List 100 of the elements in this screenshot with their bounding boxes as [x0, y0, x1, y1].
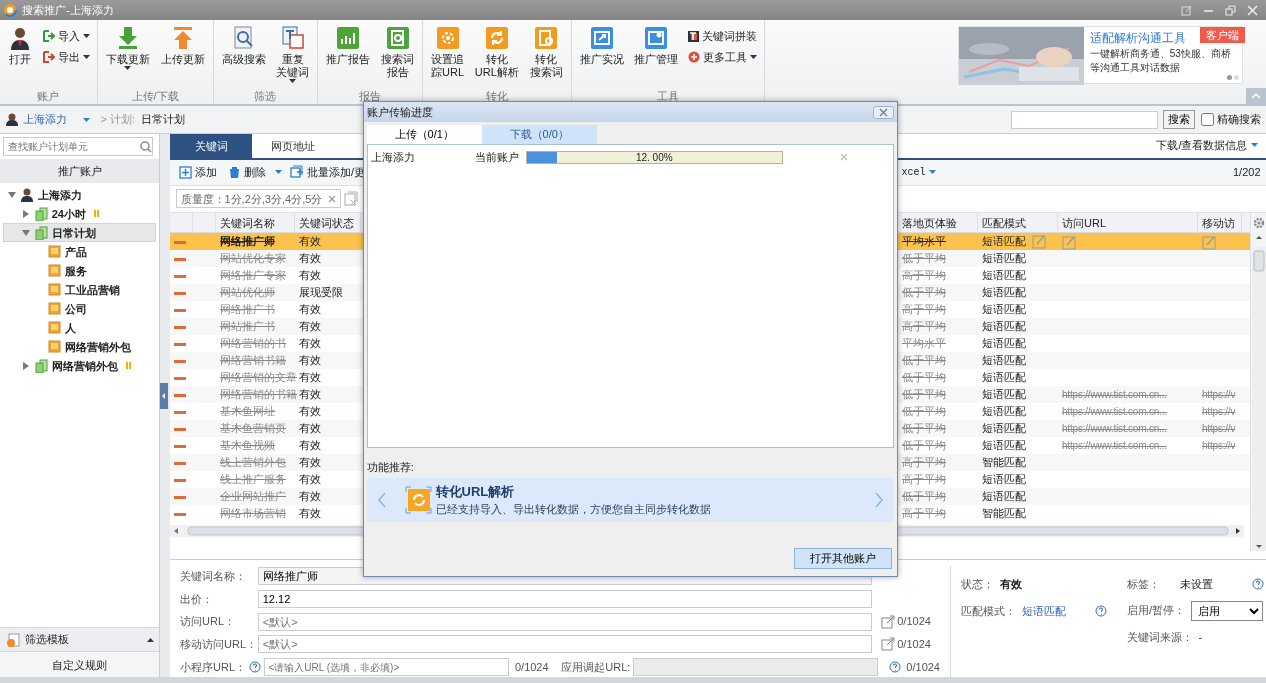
table-cell-text: 有效: [298, 302, 322, 318]
table-cell-text: 网站优化师: [219, 285, 276, 301]
field-value: -: [1198, 629, 1203, 645]
table-cell: https://www.tist.com.cn...: [1062, 406, 1167, 418]
table-cell-text: 有效: [298, 472, 322, 488]
table-cell-text: 短语匹配: [982, 353, 1026, 369]
table-cell-text: 有效: [298, 387, 322, 403]
table-cell-text: 网络营销的书籍: [219, 387, 295, 403]
table-cell: https://v: [1202, 389, 1236, 401]
feature-description: 已经支持导入、导出转化数据，方便您自主同步转化数据: [435, 502, 712, 517]
table-cell-text: 网站优化专家: [219, 251, 287, 267]
table-cell-text: 基木鱼网址: [219, 404, 276, 420]
section-label: 功能推荐:: [365, 459, 415, 475]
account-name: 上海添力: [370, 149, 416, 165]
table-cell-text: 短语匹配: [982, 404, 1026, 420]
feature-title: 转化URL解析: [435, 482, 516, 501]
field-label: 移动访问URL：: [180, 637, 255, 652]
table-cell: https://www.tist.com.cn...: [1062, 423, 1167, 435]
table-cell-text: 低于平均: [901, 438, 947, 454]
table-cell-text: 有效: [298, 353, 322, 369]
table-cell-text: 有效: [298, 234, 322, 250]
table-cell-text: 有效: [298, 268, 322, 284]
table-cell-text: 高于平均: [901, 455, 947, 471]
table-cell-text: 高于平均: [901, 268, 947, 284]
breadcrumb-separator: > 计划:: [100, 112, 136, 128]
table-cell-text: 网络营销的书: [219, 336, 287, 352]
table-cell-text: 网络推广书: [219, 302, 276, 318]
table-cell-text: 低于平均: [901, 489, 947, 505]
promo-description: 一键解析商务通、53快服、商桥等沟通工具对话数据: [1089, 47, 1232, 76]
table-cell-text: 展现受限: [298, 285, 344, 301]
group-label: 报告: [358, 89, 383, 104]
plan-name: 日常计划: [140, 112, 185, 128]
table-cell-text: 有效: [298, 336, 322, 352]
table-cell-text: 平均水平: [901, 234, 947, 250]
table-cell-text: 短语匹配: [982, 489, 1026, 505]
table-cell-text: 基木鱼视频: [219, 438, 276, 454]
table-cell-text: 短语匹配: [982, 438, 1026, 454]
progress-reading: 12. 00%: [634, 151, 674, 163]
field-value: 未设置: [1179, 577, 1213, 592]
table-cell-text: 低于平均: [901, 387, 947, 403]
field-label: 访问URL：: [180, 614, 236, 630]
field-label: 匹配模式：: [961, 603, 1016, 619]
table-cell-text: 有效: [298, 421, 322, 437]
table-cell-text: 有效: [298, 319, 322, 335]
table-cell-text: 高于平均: [901, 506, 947, 522]
field-label: 状态：: [961, 577, 994, 592]
table-cell-text: 智能匹配: [982, 506, 1026, 522]
filter-label: 质量度：1分,2分,3分,4分,5分: [180, 191, 323, 207]
table-cell: https://v: [1202, 406, 1236, 418]
table-cell-text: 平均水平: [901, 336, 947, 352]
table-cell-text: 短语匹配: [982, 302, 1026, 318]
char-count: 0/1024: [897, 637, 931, 652]
table-cell-text: 线上营销外包: [219, 455, 287, 471]
char-count: 0/1024: [906, 659, 940, 675]
field-value: 有效: [999, 577, 1022, 592]
group-label: 转化: [484, 89, 509, 104]
table-cell-text: 低于平均: [901, 404, 947, 420]
table-cell-text: 有效: [298, 489, 322, 505]
table-cell-text: 基木鱼营销页: [219, 421, 287, 437]
table-cell-text: 网站推广书: [219, 319, 276, 335]
table-cell-text: 有效: [298, 251, 322, 267]
promo-badge: 客户端: [1200, 26, 1246, 43]
dialog-title: 账户传输进度: [366, 104, 433, 120]
table-cell-text: 企业网站推广: [219, 489, 287, 505]
table-cell-text: 低于平均: [901, 353, 947, 369]
table-cell-text: 短语匹配: [982, 268, 1026, 284]
table-cell-text: 网络推广专家: [219, 268, 287, 284]
table-cell-text: 高于平均: [901, 319, 947, 335]
group-label: 上传/下载: [130, 89, 180, 104]
table-cell-text: 短语匹配: [982, 421, 1026, 437]
sidebar-header: 推广账户: [0, 158, 159, 183]
group-label: 筛选: [253, 89, 278, 104]
table-cell-text: 有效: [298, 438, 322, 454]
window-title: 搜索推广-上海添力: [22, 2, 114, 18]
field-label: 关键词名称：: [180, 568, 247, 584]
field-label: 关键词来源：: [1127, 629, 1193, 645]
table-cell-text: 短语匹配: [982, 234, 1026, 250]
field-label: 出价：: [180, 591, 214, 607]
field-label: 标签：: [1127, 577, 1160, 592]
table-cell-text: 低于平均: [901, 421, 947, 437]
field-label: 启用/暂停：: [1127, 603, 1186, 619]
group-label: 账户: [36, 89, 61, 104]
table-cell-text: 有效: [298, 404, 322, 420]
char-count: 0/1024: [514, 659, 550, 675]
group-label: 工具: [655, 89, 680, 104]
table-cell-text: 低于平均: [901, 370, 947, 386]
table-cell-text: 线上推广服务: [219, 472, 287, 488]
table-cell-text: 短语匹配: [982, 319, 1026, 335]
table-cell-text: 短语匹配: [982, 336, 1026, 352]
table-cell: https://www.tist.com.cn...: [1062, 440, 1167, 452]
table-cell-text: 网络营销的文章: [219, 370, 295, 386]
field-label: 应用调起URL:: [561, 659, 631, 675]
panel-title: 筛选模板: [25, 632, 69, 648]
table-cell-text: 短语匹配: [982, 285, 1026, 301]
table-cell-text: 网络推广师: [219, 234, 276, 250]
transfer-note: 当前账户: [474, 149, 520, 165]
table-cell-text: 短语匹配: [982, 370, 1026, 386]
table-cell-text: 有效: [298, 455, 322, 471]
table-cell-text: 智能匹配: [982, 455, 1026, 471]
field-label: 小程序URL：: [180, 659, 246, 675]
